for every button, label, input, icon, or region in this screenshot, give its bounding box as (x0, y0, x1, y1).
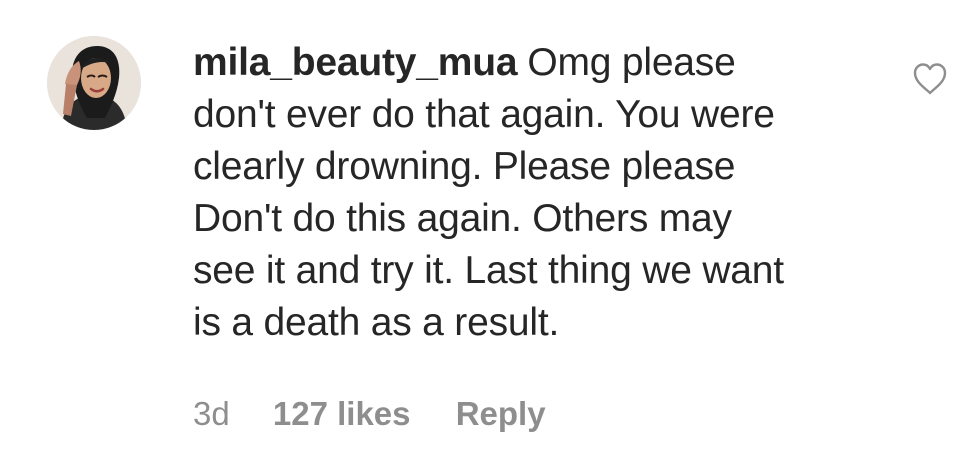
comment-body: mila_beauty_mua Omg please don't ever do … (193, 37, 883, 349)
comment-text-line: is a death as a result. (193, 301, 560, 344)
avatar-image (47, 36, 141, 130)
comment-text-line: don't ever do that again. You were (193, 93, 775, 136)
comment-meta: 3d 127 likes Reply (193, 393, 546, 435)
reply-button[interactable]: Reply (456, 393, 546, 435)
comment-username[interactable]: mila_beauty_mua (193, 41, 518, 84)
comment-likes-count[interactable]: 127 likes (273, 393, 411, 435)
like-button[interactable] (912, 62, 948, 96)
user-avatar[interactable] (47, 36, 141, 130)
comment-text-line: clearly drowning. Please please (193, 145, 736, 188)
comment-text-line: Omg please (527, 41, 736, 84)
comment-text-line: see it and try it. Last thing we want (193, 249, 784, 292)
comment-item: mila_beauty_mua Omg please don't ever do … (0, 0, 980, 471)
comment-time[interactable]: 3d (193, 393, 230, 435)
comment-text-line: Don't do this again. Others may (193, 197, 732, 240)
heart-outline-icon (913, 63, 947, 95)
comment-line-1: mila_beauty_mua Omg please (193, 37, 883, 89)
